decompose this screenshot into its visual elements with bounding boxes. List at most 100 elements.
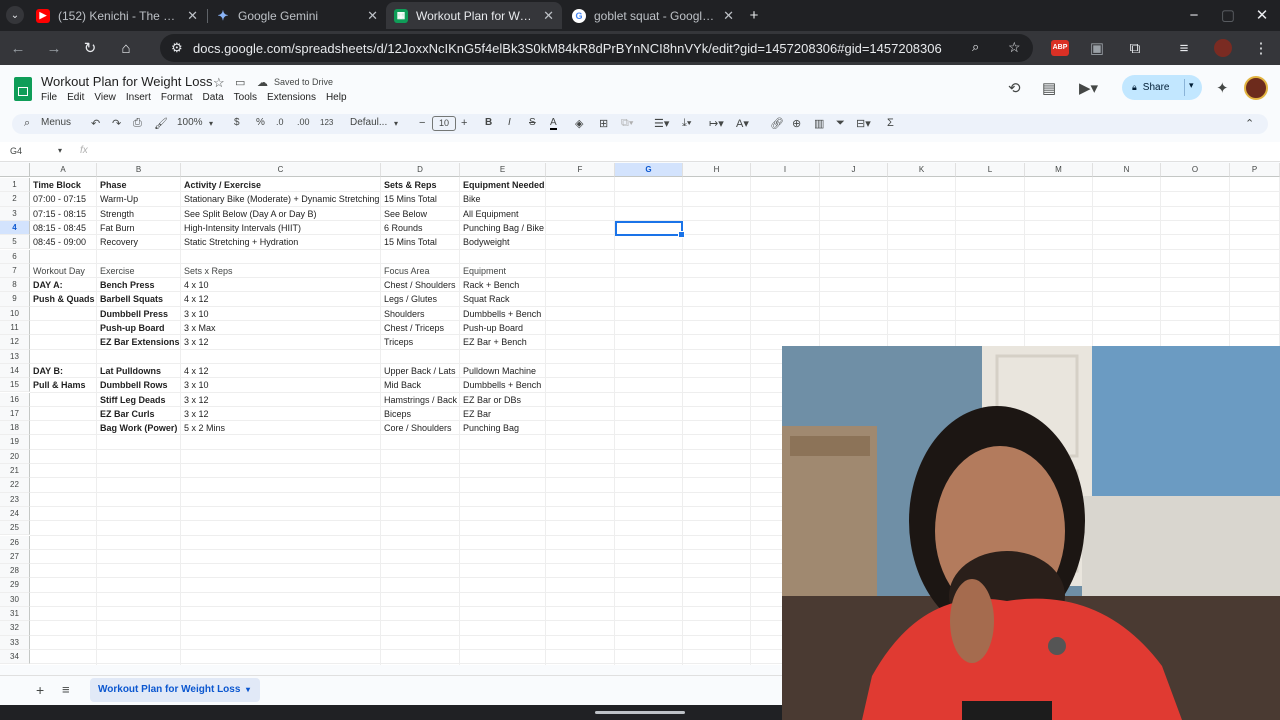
cell-e16[interactable]: EZ Bar or DBs [460,393,521,407]
reload-icon[interactable]: ↻ [81,39,99,57]
cell-b3[interactable]: Strength [97,207,134,221]
name-box[interactable]: G4 [10,146,22,156]
cell-b18[interactable]: Bag Work (Power) [97,421,177,435]
column-header-a[interactable]: A [30,163,97,177]
chevron-down-icon[interactable]: ▾ [209,119,213,128]
row-header-34[interactable]: 34 [0,649,30,665]
print-icon[interactable]: ⎙ [133,117,142,130]
row-header-19[interactable]: 19 [0,435,30,450]
cell-b10[interactable]: Dumbbell Press [97,307,168,321]
browser-tab-gemini[interactable]: ✦ Google Gemini ✕ [208,2,386,29]
decrease-font-size-icon[interactable]: − [419,117,425,129]
add-sheet-icon[interactable]: + [36,682,44,698]
cell-a7[interactable]: Workout Day [30,264,85,278]
cell-c16[interactable]: 3 x 12 [181,393,209,407]
cell-a4[interactable]: 08:15 - 08:45 [30,221,86,235]
close-tab-icon[interactable]: ✕ [723,8,734,24]
cell-a14[interactable]: DAY B: [30,364,63,378]
undo-icon[interactable]: ↶ [91,117,100,130]
font-size-input[interactable]: 10 [432,116,456,131]
cell-c8[interactable]: 4 x 10 [181,278,209,292]
row-header-32[interactable]: 32 [0,621,30,636]
cell-c15[interactable]: 3 x 10 [181,378,209,392]
restore-icon[interactable]: ▢ [1219,6,1237,24]
row-header-1[interactable]: 1 [0,178,30,193]
site-info-icon[interactable]: ⚙ [171,40,183,56]
menu-data[interactable]: Data [203,92,224,103]
cell-b15[interactable]: Dumbbell Rows [97,378,168,392]
cell-d7[interactable]: Focus Area [381,264,430,278]
row-header-26[interactable]: 26 [0,535,30,550]
row-header-6[interactable]: 6 [0,249,30,264]
row-header-30[interactable]: 30 [0,592,30,607]
cell-e9[interactable]: Squat Rack [460,292,510,306]
scroll-handle[interactable] [595,711,685,714]
row-header-24[interactable]: 24 [0,506,30,522]
cell-c17[interactable]: 3 x 12 [181,407,209,421]
paint-format-icon[interactable]: 🖌︎ [154,117,168,130]
menu-help[interactable]: Help [326,92,347,103]
filter-views-icon[interactable]: ⊟▾ [856,117,871,130]
cell-d9[interactable]: Legs / Glutes [381,292,437,306]
cell-c11[interactable]: 3 x Max [181,321,216,335]
comments-icon[interactable]: ▤ [1042,79,1056,97]
adblock-icon[interactable]: ABP [1051,40,1069,56]
search-menus-icon[interactable]: ⌕ [24,117,30,130]
cell-d5[interactable]: 15 Mins Total [381,235,437,249]
column-header-j[interactable]: J [820,163,888,177]
cell-b1[interactable]: Phase [97,178,127,192]
row-header-12[interactable]: 12 [0,335,30,350]
column-header-e[interactable]: E [460,163,546,177]
row-header-17[interactable]: 17 [0,406,30,422]
sheet-tab-workout-plan[interactable]: Workout Plan for Weight Loss ▾ [90,678,260,702]
cell-b2[interactable]: Warm-Up [97,192,138,206]
percent-format-button[interactable]: % [256,117,265,128]
cell-e15[interactable]: Dumbbells + Bench [460,378,541,392]
column-header-k[interactable]: K [888,163,956,177]
cell-d2[interactable]: 15 Mins Total [381,192,437,206]
chevron-down-icon[interactable]: ▾ [394,119,398,128]
cell-d15[interactable]: Mid Back [381,378,421,392]
cell-b5[interactable]: Recovery [97,235,138,249]
cell-d18[interactable]: Core / Shoulders [381,421,452,435]
column-header-l[interactable]: L [956,163,1025,177]
row-header-8[interactable]: 8 [0,278,30,293]
row-header-14[interactable]: 14 [0,363,30,379]
row-header-7[interactable]: 7 [0,263,30,279]
row-header-11[interactable]: 11 [0,321,30,336]
sheets-logo-icon[interactable] [14,77,32,101]
menu-file[interactable]: File [41,92,57,103]
cell-a5[interactable]: 08:45 - 09:00 [30,235,86,249]
zoom-lens-icon[interactable]: ⌕ [972,39,979,55]
menu-edit[interactable]: Edit [67,92,84,103]
row-header-3[interactable]: 3 [0,206,30,221]
row-header-29[interactable]: 29 [0,578,30,593]
cell-c14[interactable]: 4 x 12 [181,364,209,378]
close-tab-icon[interactable]: ✕ [187,8,198,24]
cell-e4[interactable]: Punching Bag / Bike [460,221,544,235]
row-header-13[interactable]: 13 [0,349,30,364]
row-header-10[interactable]: 10 [0,306,30,321]
minimize-icon[interactable]: − [1185,6,1203,24]
menu-insert[interactable]: Insert [126,92,151,103]
row-header-31[interactable]: 31 [0,607,30,622]
cell-a1[interactable]: Time Block [30,178,81,192]
chevron-down-icon[interactable]: ▾ [58,146,62,155]
bookmark-star-icon[interactable]: ☆ [1008,39,1021,56]
browser-tab-youtube[interactable]: ▶ (152) Kenichi - The Mightiest ✕ [28,2,206,29]
cell-d17[interactable]: Biceps [381,407,411,421]
text-wrap-icon[interactable]: ↦▾ [709,117,724,130]
row-header-4[interactable]: 4 [0,220,30,236]
cell-e8[interactable]: Rack + Bench [460,278,519,292]
redo-icon[interactable]: ↷ [112,117,121,130]
chevron-down-icon[interactable]: ▾ [1189,80,1194,91]
cell-b11[interactable]: Push-up Board [97,321,165,335]
forward-icon[interactable]: → [45,39,63,57]
extension-icon[interactable]: ▣ [1088,39,1106,57]
close-tab-icon[interactable]: ✕ [543,8,554,24]
cell-e5[interactable]: Bodyweight [460,235,510,249]
version-history-icon[interactable]: ⟲ [1008,79,1021,97]
row-header-27[interactable]: 27 [0,549,30,565]
search-menus-label[interactable]: Menus [41,117,71,128]
cell-e17[interactable]: EZ Bar [460,407,491,421]
